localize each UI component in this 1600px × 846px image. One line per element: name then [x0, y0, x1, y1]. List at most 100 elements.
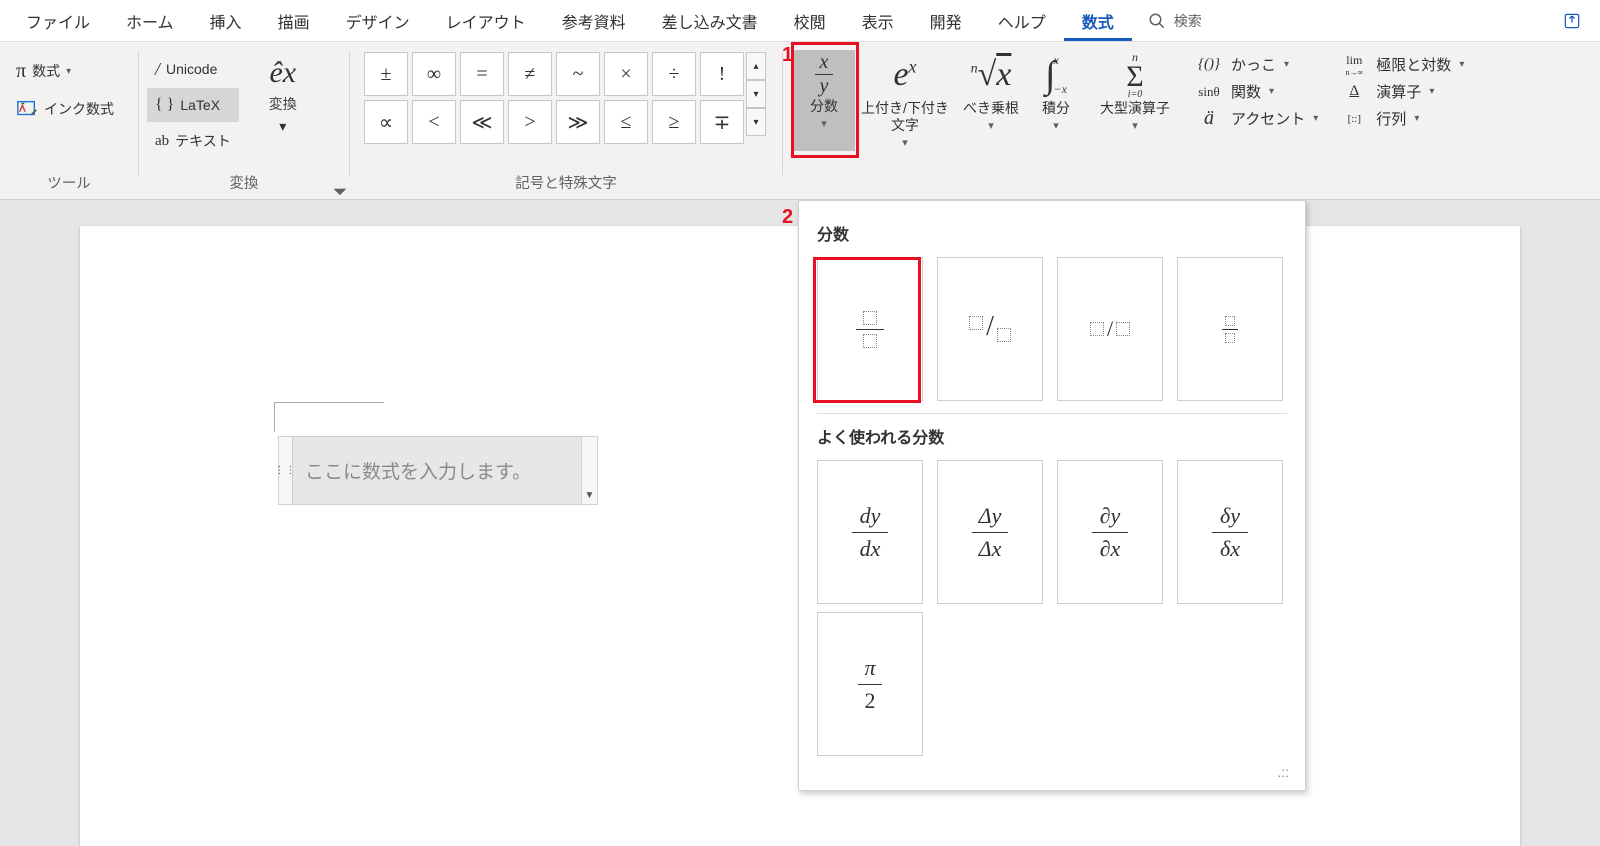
symbol-tilde[interactable]: ~ — [556, 52, 600, 96]
menu-file[interactable]: ファイル — [8, 1, 108, 41]
group-label-tools: ツール — [8, 172, 130, 197]
symbol-muchless[interactable]: ≪ — [460, 100, 504, 144]
menu-home[interactable]: ホーム — [108, 1, 192, 41]
latex-toggle[interactable]: { } LaTeX — [147, 88, 239, 122]
ribbon-group-conversion: / Unicode { } LaTeX ab テキスト êx 変換 ▾ 変換 … — [139, 42, 349, 199]
ab-icon: ab — [155, 133, 169, 150]
function-label: 関数 — [1231, 81, 1261, 102]
convert-button-label: 変換 — [269, 94, 297, 114]
common-dy-dx[interactable]: dydx — [817, 460, 923, 604]
symbol-lt[interactable]: < — [412, 100, 456, 144]
annotation-label-1: 1 — [782, 44, 793, 67]
symbol-scroll-more[interactable]: ▾ — [746, 108, 766, 136]
convert-icon: êx — [269, 54, 296, 90]
common-pi-over-2[interactable]: π2 — [817, 612, 923, 756]
symbol-propto[interactable]: ∝ — [364, 100, 408, 144]
panel-separator — [817, 413, 1287, 414]
symbol-factorial[interactable]: ! — [700, 52, 744, 96]
chevron-down-icon: ▾ — [66, 66, 71, 77]
text-toggle[interactable]: ab テキスト — [147, 124, 239, 158]
common-deltay-deltax[interactable]: ΔyΔx — [937, 460, 1043, 604]
convert-button[interactable]: êx 変換 ▾ — [251, 52, 315, 135]
menu-view[interactable]: 表示 — [844, 1, 912, 41]
radical-label: べき乗根 — [963, 100, 1019, 117]
frac-top: Δy — [979, 503, 1002, 529]
structure-limitlog-button[interactable]: limn→∞ 極限と対数 ▾ — [1340, 54, 1464, 75]
structure-largeop-button[interactable]: nΣi=0 大型演算子 ▾ — [1085, 50, 1185, 151]
radical-icon: n√x — [971, 52, 1012, 98]
share-button[interactable] — [1552, 11, 1592, 31]
menu-references[interactable]: 参考資料 — [544, 1, 644, 41]
fraction-skewed[interactable]: / — [937, 257, 1043, 401]
integral-icon: ∫x−x — [1045, 52, 1067, 98]
script-label: 上付き/下付き 文字 — [861, 100, 949, 134]
equation-drag-handle[interactable]: ⋮⋮ — [279, 437, 293, 504]
equation-options-dropdown[interactable]: ▼ — [581, 437, 597, 504]
chevron-down-icon: ▾ — [1414, 113, 1419, 124]
common-deltay-deltax-lc[interactable]: δyδx — [1177, 460, 1283, 604]
structure-function-button[interactable]: sinθ 関数 ▾ — [1195, 81, 1318, 102]
fraction-stacked[interactable] — [817, 257, 923, 401]
menu-draw[interactable]: 描画 — [260, 1, 328, 41]
symbol-muchgreater[interactable]: ≫ — [556, 100, 600, 144]
panel-resize-handle[interactable]: .:: — [813, 764, 1291, 780]
symbol-times[interactable]: × — [604, 52, 648, 96]
symbol-plusminus[interactable]: ± — [364, 52, 408, 96]
symbol-grid: ± ∞ = ≠ ~ × ÷ ! ∝ < ≪ > ≫ ≤ ≥ ∓ — [364, 52, 744, 144]
fraction-label: 分数 — [810, 98, 838, 115]
symbol-le[interactable]: ≤ — [604, 100, 648, 144]
accent-label: アクセント — [1231, 108, 1305, 129]
menu-insert[interactable]: 挿入 — [192, 1, 260, 41]
equation-dropdown-button[interactable]: π 数式 ▾ — [8, 54, 79, 88]
ink-equation-button[interactable]: インク数式 — [8, 92, 122, 126]
fraction-linear[interactable]: / — [1057, 257, 1163, 401]
structure-fraction-button[interactable]: xy 分数 ▾ — [793, 50, 855, 151]
integral-label: 積分 — [1042, 100, 1070, 117]
unicode-toggle[interactable]: / Unicode — [147, 52, 239, 86]
chevron-down-icon: ▾ — [1053, 119, 1059, 132]
equation-container[interactable]: ⋮⋮ ここに数式を入力します。 ▼ — [278, 436, 598, 505]
equation-placeholder[interactable]: ここに数式を入力します。 — [293, 437, 581, 504]
group-label-symbols: 記号と特殊文字 — [358, 172, 774, 197]
menu-design[interactable]: デザイン — [328, 1, 428, 41]
script-icon: ex — [893, 52, 916, 98]
accent-icon: ä — [1195, 109, 1223, 129]
symbol-scroll-up[interactable]: ▴ — [746, 52, 766, 80]
symbol-minusplus[interactable]: ∓ — [700, 100, 744, 144]
symbol-equals[interactable]: = — [460, 52, 504, 96]
structure-matrix-button[interactable]: [::] 行列 ▾ — [1340, 108, 1464, 129]
pi-icon: π — [16, 60, 26, 83]
structure-operator-button[interactable]: Δ 演算子 ▾ — [1340, 81, 1464, 102]
annotation-label-2: 2 — [782, 206, 793, 229]
matrix-label: 行列 — [1376, 108, 1406, 129]
menu-equation[interactable]: 数式 — [1064, 1, 1132, 41]
limitlog-label: 極限と対数 — [1376, 54, 1451, 75]
structure-script-button[interactable]: ex 上付き/下付き 文字 ▾ — [855, 50, 955, 151]
symbol-scroll-down[interactable]: ▾ — [746, 80, 766, 108]
symbol-gt[interactable]: > — [508, 100, 552, 144]
ribbon-group-tools: π 数式 ▾ インク数式 ツール — [0, 42, 138, 199]
symbol-ge[interactable]: ≥ — [652, 100, 696, 144]
ruler-mark — [274, 402, 384, 403]
structure-integral-button[interactable]: ∫x−x 積分 ▾ — [1027, 50, 1085, 151]
structure-accent-button[interactable]: ä アクセント ▾ — [1195, 108, 1318, 129]
common-partialy-partialx[interactable]: ∂y∂x — [1057, 460, 1163, 604]
fraction-small[interactable] — [1177, 257, 1283, 401]
structure-bracket-button[interactable]: {()} かっこ ▾ — [1195, 54, 1318, 75]
frac-top: π — [864, 655, 875, 681]
menu-help[interactable]: ヘルプ — [980, 1, 1064, 41]
fraction-gallery-panel: 分数 / / よく使われる分数 dydx ΔyΔx ∂y∂x δyδx — [798, 200, 1306, 791]
menu-mailings[interactable]: 差し込み文書 — [644, 1, 776, 41]
frac-top: δy — [1220, 503, 1240, 529]
menu-layout[interactable]: レイアウト — [428, 1, 544, 41]
structure-radical-button[interactable]: n√x べき乗根 ▾ — [955, 50, 1027, 151]
menu-review[interactable]: 校閲 — [776, 1, 844, 41]
menu-developer[interactable]: 開発 — [912, 1, 980, 41]
search-box[interactable]: 検索 — [1132, 11, 1218, 31]
symbol-infinity[interactable]: ∞ — [412, 52, 456, 96]
symbol-divide[interactable]: ÷ — [652, 52, 696, 96]
text-label: テキスト — [175, 131, 231, 151]
symbol-notequal[interactable]: ≠ — [508, 52, 552, 96]
bracket-label: かっこ — [1231, 54, 1276, 75]
ink-equation-icon — [16, 98, 38, 120]
